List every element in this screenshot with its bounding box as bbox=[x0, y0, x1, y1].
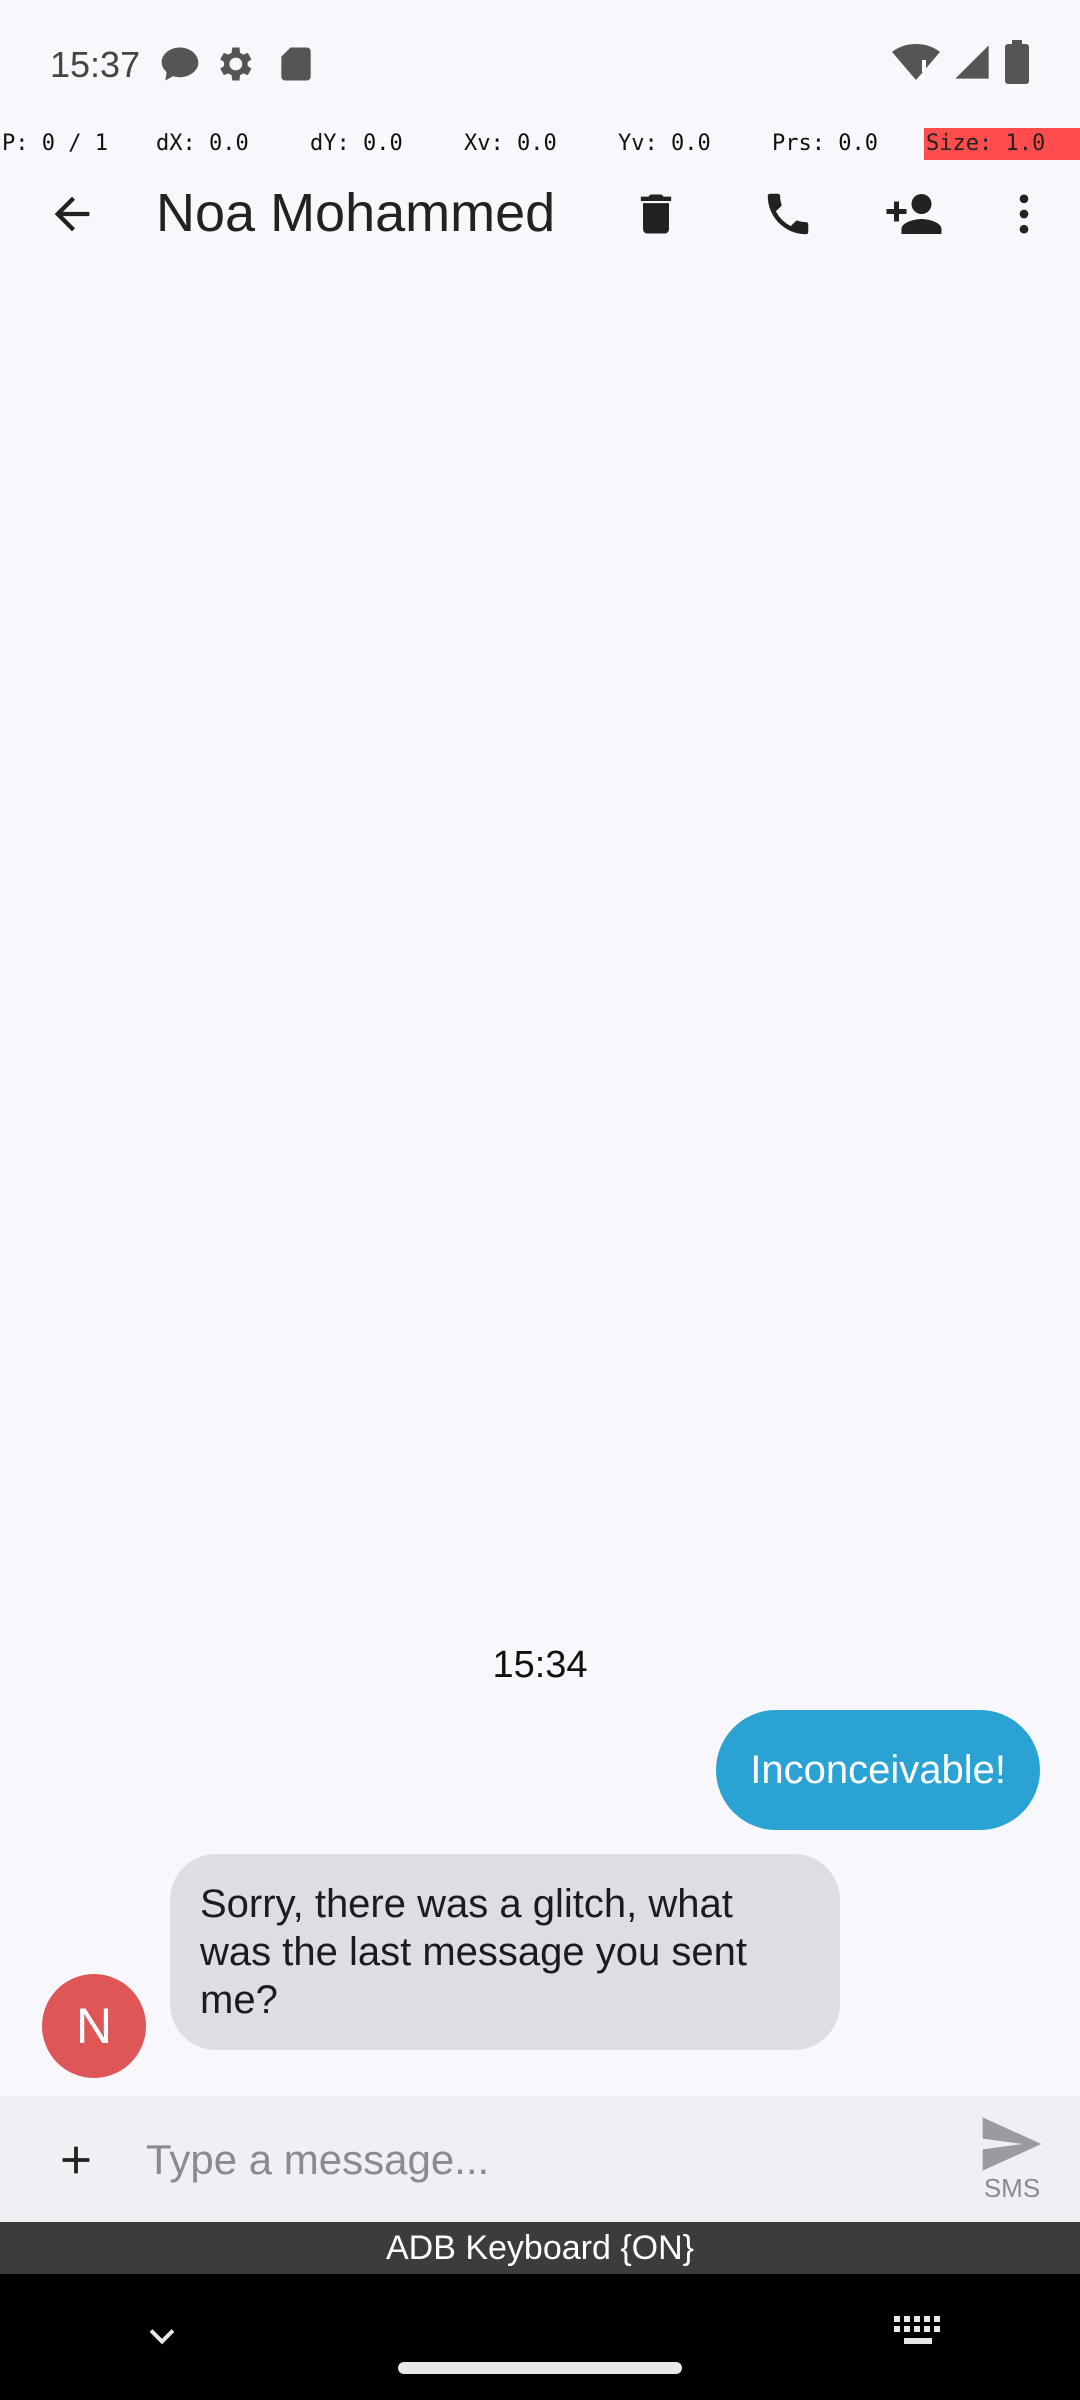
keyboard-status-banner: ADB Keyboard {ON} bbox=[0, 2222, 1080, 2274]
send-sms-label: SMS bbox=[983, 2172, 1041, 2203]
message-thread[interactable]: 15:34 Inconceivable! Sorry, there was a … bbox=[0, 264, 1080, 2096]
home-gesture-handle[interactable] bbox=[398, 2362, 682, 2374]
phone-icon bbox=[767, 193, 809, 235]
avatar-letter: N bbox=[75, 1998, 113, 2054]
status-time: 15:37 bbox=[50, 44, 141, 85]
contact-avatar[interactable]: N bbox=[42, 1974, 146, 2078]
add-contact-icon bbox=[886, 194, 942, 234]
debug-xv: Xv: 0.0 bbox=[464, 131, 557, 156]
send-sms-button[interactable]: SMS bbox=[966, 2106, 1058, 2214]
keyboard-icon bbox=[894, 2316, 940, 2344]
outgoing-message-bubble[interactable]: Inconceivable! bbox=[716, 1710, 1040, 1830]
system-navigation-bar bbox=[0, 2274, 1080, 2400]
keyboard-status-text: ADB Keyboard {ON} bbox=[385, 2229, 695, 2267]
pointer-debug-overlay: P: 0 / 1 dX: 0.0 dY: 0.0 Xv: 0.0 Yv: 0.0… bbox=[0, 128, 1080, 160]
cell-signal-icon bbox=[952, 42, 992, 87]
outgoing-message-text: Inconceivable! bbox=[750, 1747, 1006, 1792]
status-right-icons bbox=[892, 40, 1030, 89]
sd-card-icon bbox=[274, 42, 318, 86]
more-options-button[interactable] bbox=[984, 174, 1064, 254]
contact-name[interactable]: Noa Mohammed bbox=[156, 182, 555, 244]
call-button[interactable] bbox=[748, 174, 828, 254]
debug-dx: dX: 0.0 bbox=[156, 131, 249, 156]
hide-keyboard-button[interactable] bbox=[140, 2314, 184, 2358]
back-button[interactable] bbox=[32, 174, 112, 254]
attach-button[interactable] bbox=[30, 2114, 122, 2206]
incoming-message-bubble[interactable]: Sorry, there was a glitch, what was the … bbox=[170, 1854, 840, 2050]
chat-bubble-icon bbox=[158, 42, 202, 86]
message-input[interactable] bbox=[146, 2120, 946, 2200]
chevron-down-icon bbox=[149, 2329, 175, 2345]
plus-icon bbox=[62, 2146, 90, 2174]
debug-pointer: P: 0 / 1 bbox=[2, 131, 108, 156]
incoming-message-text: Sorry, there was a glitch, what was the … bbox=[200, 1882, 747, 2022]
settings-gear-icon bbox=[212, 42, 256, 86]
battery-icon bbox=[1004, 40, 1030, 89]
debug-prs: Prs: 0.0 bbox=[772, 131, 878, 156]
debug-size: Size: 1.0 bbox=[924, 128, 1080, 160]
compose-bar: SMS bbox=[0, 2096, 1080, 2222]
more-vert-icon bbox=[1019, 194, 1029, 234]
keyboard-switcher-button[interactable] bbox=[892, 2312, 944, 2360]
send-icon bbox=[982, 2116, 1042, 2171]
status-bar: 15:37 bbox=[0, 0, 1080, 128]
conversation-toolbar: Noa Mohammed bbox=[0, 160, 1080, 264]
debug-dy: dY: 0.0 bbox=[310, 131, 403, 156]
message-timestamp: 15:34 bbox=[492, 1644, 588, 1686]
add-contact-button[interactable] bbox=[874, 174, 954, 254]
wifi-alert-icon bbox=[892, 40, 940, 89]
debug-yv: Yv: 0.0 bbox=[618, 131, 711, 156]
delete-icon bbox=[640, 194, 672, 234]
delete-button[interactable] bbox=[616, 174, 696, 254]
back-arrow-icon bbox=[54, 196, 90, 232]
